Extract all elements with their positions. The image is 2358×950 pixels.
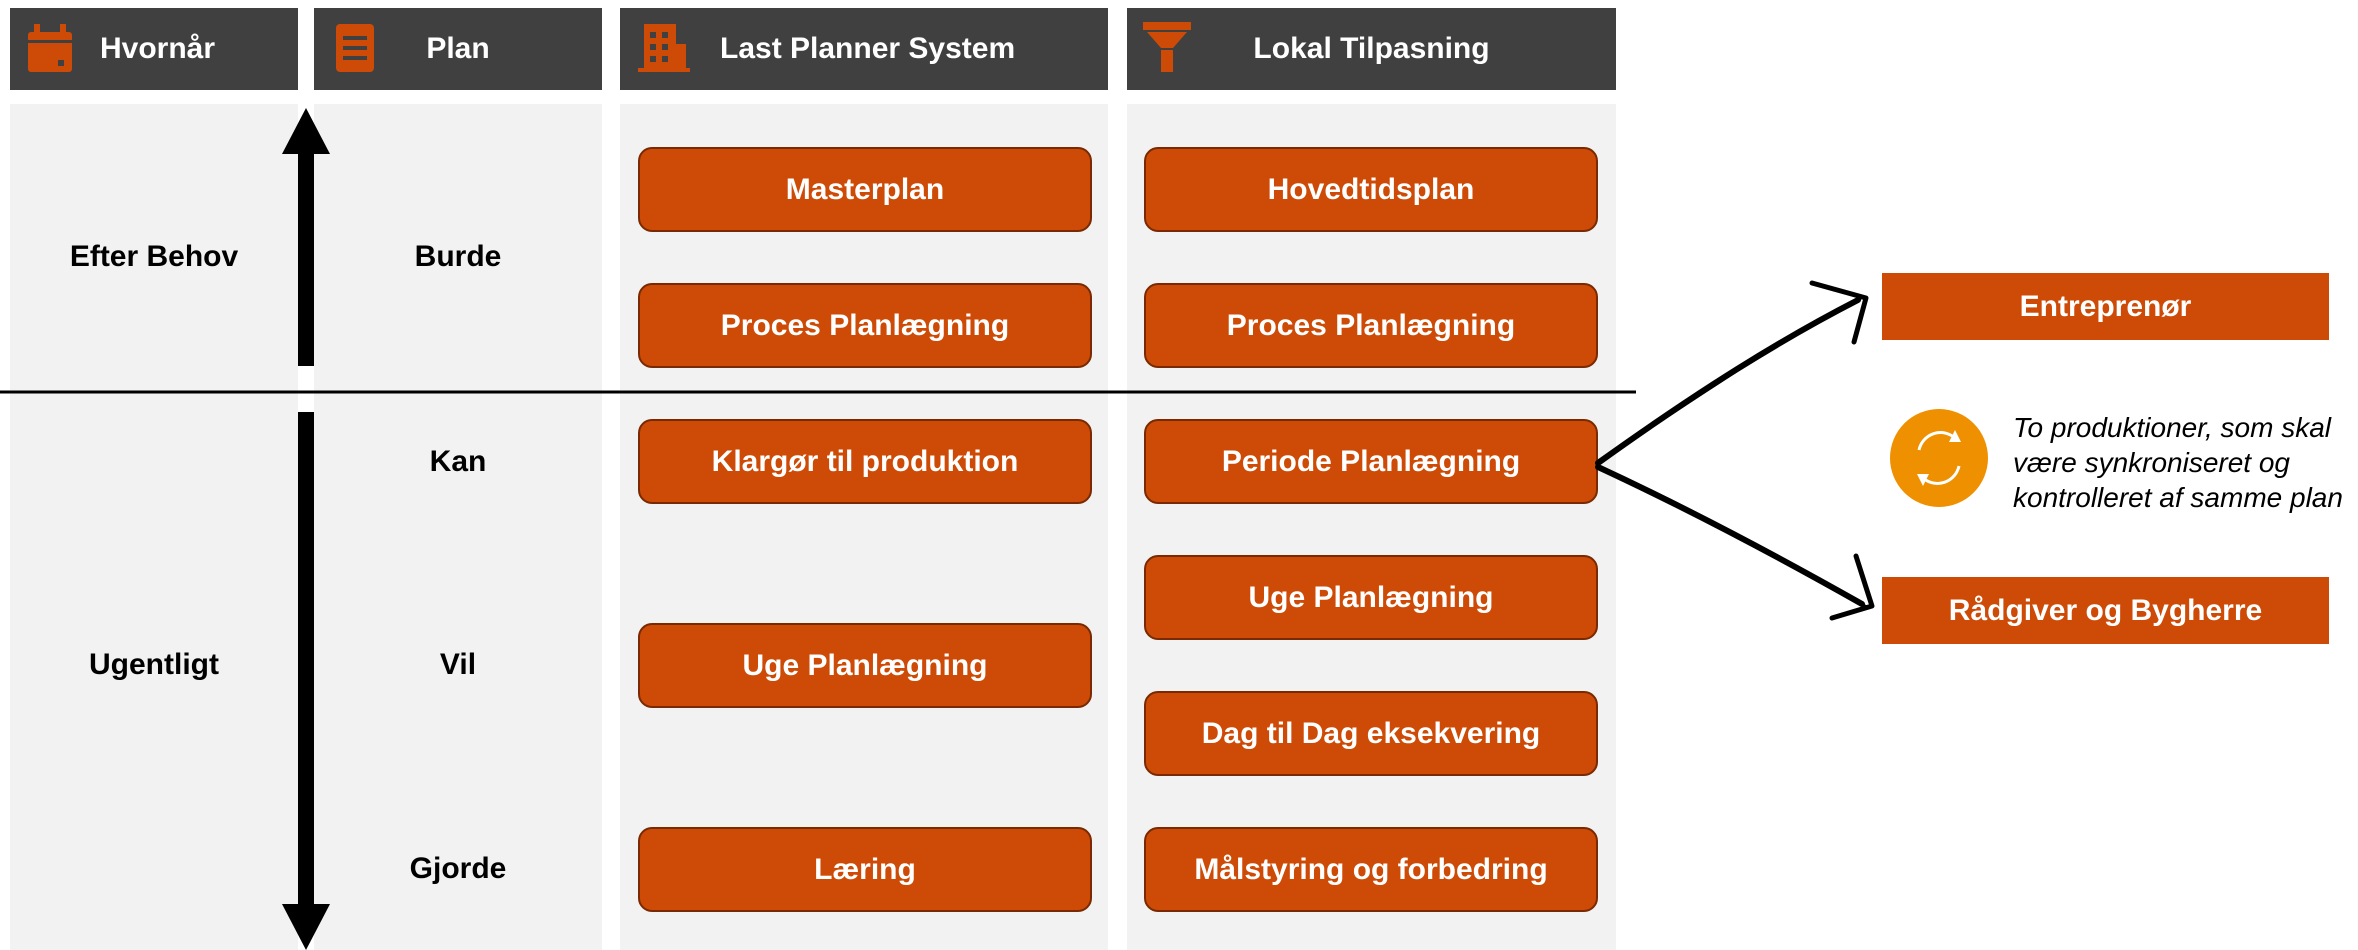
up-arrow: [282, 108, 330, 366]
sync-note: To produktioner, som skal være synkronis…: [2013, 410, 2343, 515]
sync-note-line-1: To produktioner, som skal: [2013, 412, 2332, 443]
connector-overlay: [0, 108, 1875, 950]
sync-cycle-icon: [1890, 409, 1988, 507]
sync-note-line-3: kontrolleret af samme plan: [2013, 482, 2343, 513]
arrow-to-raadgiver: [1595, 464, 1875, 621]
target-entreprenoer: Entreprenør: [1882, 273, 2329, 340]
target-raadgiver-bygherre: Rådgiver og Bygherre: [1882, 577, 2329, 644]
sync-note-line-2: være synkroniseret og: [2013, 447, 2291, 478]
down-arrow: [282, 412, 330, 950]
arrow-to-entreprenoer: [1595, 280, 1869, 466]
